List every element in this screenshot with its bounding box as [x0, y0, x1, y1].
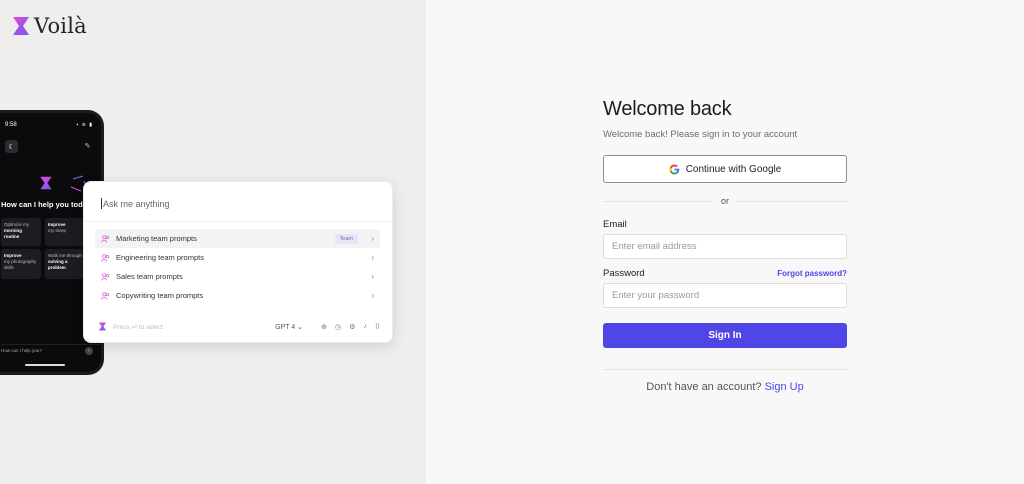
divider: [603, 369, 847, 370]
phone-suggestion-card: Optimize my morning routine: [1, 218, 41, 246]
prompt-item-engineering: Engineering team prompts ›: [95, 248, 380, 267]
email-placeholder: Enter email address: [612, 241, 697, 252]
home-indicator: [25, 364, 65, 366]
card-line: Walk me through: [48, 253, 82, 258]
prompt-input: Ask me anything: [101, 198, 170, 209]
google-button-label: Continue with Google: [685, 163, 782, 175]
phone-suggestion-card: Walk me through solving a problem: [45, 249, 85, 279]
google-icon: [669, 163, 679, 175]
card-line: my photography: [4, 259, 37, 265]
or-divider: or: [603, 195, 848, 207]
divider-line: [603, 200, 713, 202]
brand-name: Voilà: [34, 14, 87, 38]
prompt-item-sales: Sales team prompts ›: [95, 267, 380, 286]
email-field[interactable]: Enter email address: [603, 234, 847, 259]
prompt-panel: Ask me anything Marketing team prompts T…: [83, 181, 393, 343]
model-name: GPT 4: [275, 323, 296, 331]
prompt-item-label: Engineering team prompts: [116, 253, 204, 262]
send-icon: ↑: [85, 347, 93, 355]
voila-logo-icon: [98, 322, 107, 331]
prompt-item-marketing: Marketing team prompts Team ›: [95, 229, 380, 248]
phone-heading: How can I help you today?: [1, 200, 96, 209]
no-account-text: Don't have an account?: [646, 381, 762, 393]
people-icon: [101, 253, 110, 262]
prompt-panel-footer: Press ⏎ to select GPT 4 ⌄ ⊕ ◷ ⚙ ♪ ⠿: [98, 322, 380, 331]
history-icon: ◷: [334, 323, 342, 331]
chevron-right-icon: ›: [371, 253, 374, 262]
text-caret: [101, 198, 102, 209]
settings-icon: ⚙: [349, 323, 356, 331]
prompt-item-copywriting: Copywriting team prompts ›: [95, 286, 380, 305]
page-title: Welcome back: [603, 98, 732, 120]
model-selector: GPT 4 ⌄: [275, 323, 304, 331]
phone-status-icons: ▪ ≋ ▮: [76, 122, 93, 128]
prompt-item-label: Sales team prompts: [116, 272, 183, 281]
edit-icon: ✎: [84, 142, 91, 150]
divider-line: [737, 200, 848, 202]
select-hint: Press ⏎ to select: [113, 323, 163, 331]
card-line: skills: [4, 265, 14, 271]
people-icon: [101, 234, 110, 243]
phone-suggestion-card: Improve my sleep: [45, 218, 85, 246]
prompt-item-label: Marketing team prompts: [116, 234, 197, 243]
grid-icon: ⠿: [374, 323, 380, 331]
globe-icon: ⊕: [321, 323, 327, 331]
phone-logo-icon: [40, 176, 52, 190]
or-text: or: [721, 196, 730, 206]
signin-form: Welcome back Welcome back! Please sign i…: [603, 98, 848, 393]
password-placeholder: Enter your password: [612, 290, 700, 301]
sign-in-button[interactable]: Sign In: [603, 323, 847, 348]
chevron-right-icon: ›: [371, 291, 374, 300]
continue-with-google-button[interactable]: Continue with Google: [603, 155, 847, 183]
card-line: Optimize my: [4, 222, 30, 227]
people-icon: [101, 272, 110, 281]
password-field[interactable]: Enter your password: [603, 283, 847, 308]
divider: [84, 221, 392, 222]
voila-logo-icon: [13, 17, 29, 35]
sign-up-link[interactable]: Sign Up: [765, 381, 804, 393]
email-label: Email: [603, 219, 627, 230]
password-label: Password: [603, 268, 645, 279]
signup-prompt: Don't have an account? Sign Up: [603, 381, 847, 393]
brand-logo[interactable]: Voilà: [12, 14, 87, 38]
prompt-list: Marketing team prompts Team › Engineerin…: [95, 229, 380, 305]
card-title: morning routine: [4, 228, 22, 240]
moon-icon: ☾: [5, 140, 18, 153]
team-badge: Team: [334, 233, 358, 244]
people-icon: [101, 291, 110, 300]
forgot-password-link[interactable]: Forgot password?: [777, 269, 847, 278]
page-subtitle: Welcome back! Please sign in to your acc…: [603, 129, 798, 140]
chevron-right-icon: ›: [371, 272, 374, 281]
prompt-input-placeholder: Ask me anything: [103, 198, 170, 209]
chevron-right-icon: ›: [371, 234, 374, 243]
card-title: solving a problem: [48, 259, 68, 271]
promo-panel: Voilà 9:58 ▪ ≋ ▮ ☾ ✎ How can I help you …: [0, 0, 426, 484]
phone-status-time: 9:58: [5, 122, 17, 128]
phone-suggestion-card: Improve my photography skills: [1, 249, 41, 279]
mic-icon: ♪: [363, 323, 367, 330]
password-label-row: Password Forgot password?: [603, 268, 847, 279]
signin-panel: Welcome back Welcome back! Please sign i…: [426, 0, 1024, 484]
prompt-item-label: Copywriting team prompts: [116, 291, 204, 300]
card-line: my sleep: [48, 228, 67, 234]
